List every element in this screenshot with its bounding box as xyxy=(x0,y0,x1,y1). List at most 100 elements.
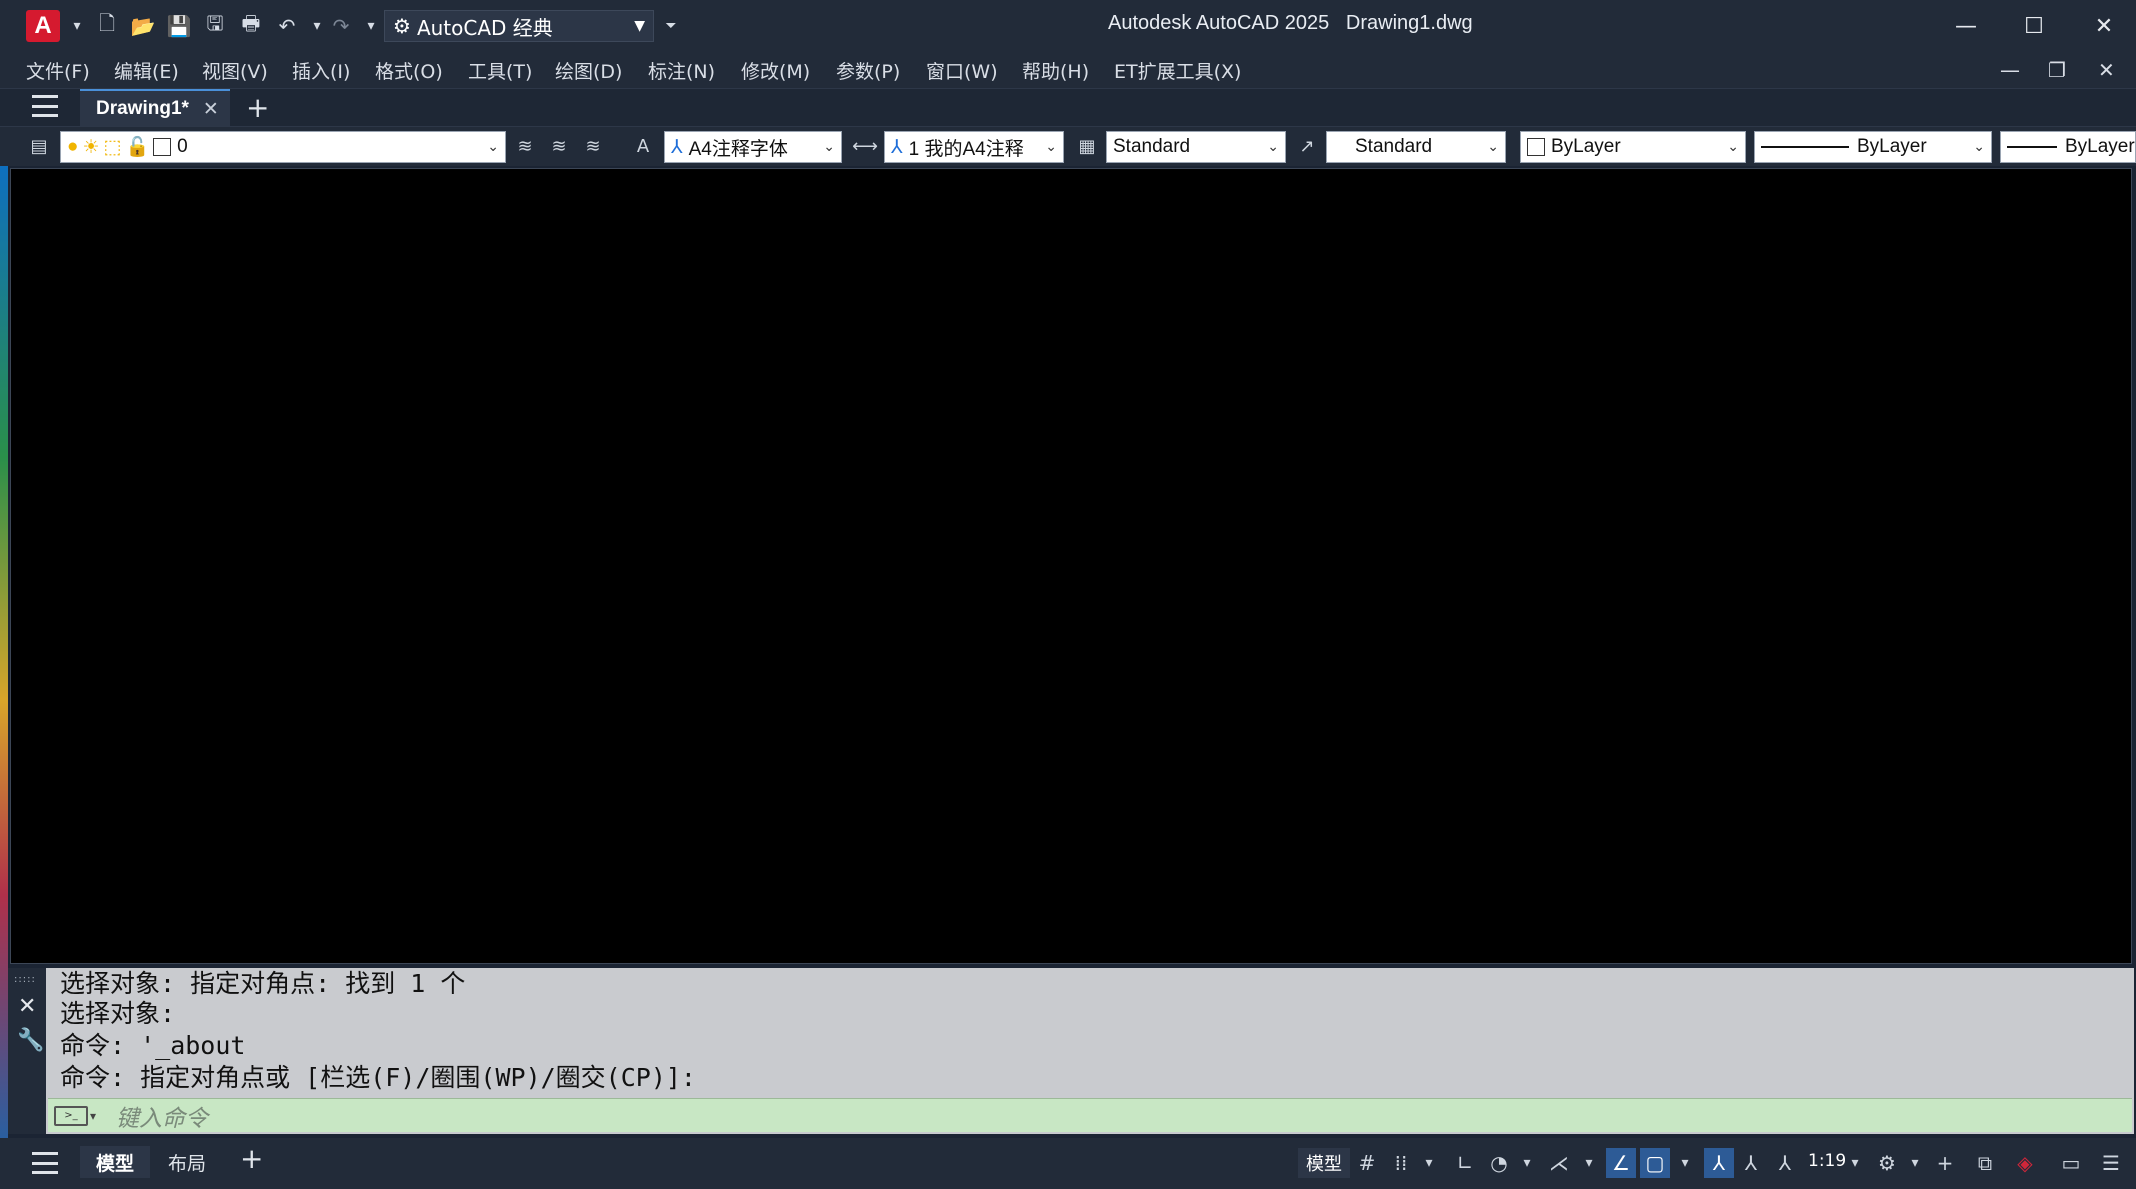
table-style-combo[interactable]: Standard ⌄ xyxy=(1106,131,1286,163)
close-icon[interactable]: ✕ xyxy=(18,994,36,1019)
application-menu-button[interactable]: A xyxy=(26,10,60,42)
command-history-line: 命令: 指定对角点或 [栏选(F)/圈围(WP)/圈交(CP)]: xyxy=(60,1063,696,1092)
annotative-icon: ⅄ xyxy=(671,136,683,158)
command-placeholder: 键入命令 xyxy=(116,1105,209,1132)
menu-edit[interactable]: 编辑(E) xyxy=(114,57,179,84)
save-as-icon[interactable]: 🖫 xyxy=(200,11,230,41)
annotation-monitor-plus-icon[interactable]: + xyxy=(1930,1148,1960,1178)
command-input[interactable]: >_ ▾ 键入命令 xyxy=(48,1098,2132,1132)
multileader-style-icon[interactable]: ↗ xyxy=(1294,133,1320,159)
isodraft-icon[interactable]: ⋌ xyxy=(1544,1148,1574,1178)
doc-close-icon[interactable]: ✕ xyxy=(2098,58,2115,82)
menu-format[interactable]: 格式(O) xyxy=(375,57,443,84)
menu-file[interactable]: 文件(F) xyxy=(26,57,90,84)
drawing-canvas[interactable] xyxy=(10,168,2132,964)
text-style-icon[interactable]: A xyxy=(630,133,656,159)
layer-thaw-sun-icon[interactable]: ☀ xyxy=(82,136,99,159)
new-file-icon[interactable]: 🗋 xyxy=(92,11,122,41)
layer-combo[interactable]: ● ☀ ⬚ 🔓 0 ⌄ xyxy=(60,131,506,163)
new-tab-plus-icon[interactable]: + xyxy=(246,91,269,124)
desktop-edge xyxy=(0,166,8,1138)
layout-menu-icon[interactable] xyxy=(32,1152,58,1174)
app-menu-chevron-down-icon[interactable]: ▾ xyxy=(62,11,92,41)
chevron-down-icon[interactable]: ▾ xyxy=(1670,1148,1700,1178)
text-style-value: A4注释字体 xyxy=(688,138,788,160)
chevron-down-icon[interactable]: ▾ xyxy=(1900,1148,1930,1178)
tab-model[interactable]: 模型 xyxy=(80,1146,151,1178)
command-line-handle: ::::: ✕ 🔧 xyxy=(8,968,46,1134)
color-value: ByLayer xyxy=(1551,136,1621,157)
text-style-combo[interactable]: ⅄ A4注释字体 ⌄ xyxy=(664,131,842,163)
wrench-icon[interactable]: 🔧 xyxy=(17,1028,44,1053)
tab-layout[interactable]: 布局 xyxy=(152,1146,222,1178)
chevron-down-icon[interactable]: ▾ xyxy=(1414,1148,1444,1178)
menu-parameter[interactable]: 参数(P) xyxy=(836,57,900,84)
close-icon[interactable]: ✕ xyxy=(2084,10,2124,42)
menu-help[interactable]: 帮助(H) xyxy=(1022,57,1089,84)
isolate-objects-icon[interactable]: ⧉ xyxy=(1970,1148,2000,1178)
grip-icon[interactable]: ::::: xyxy=(14,974,36,985)
make-current-layer-icon[interactable]: ≋ xyxy=(512,133,538,159)
menu-insert[interactable]: 插入(I) xyxy=(292,57,350,84)
dim-style-icon[interactable]: ⟷ xyxy=(852,133,878,159)
workspace-gear-icon[interactable]: ⚙ xyxy=(1872,1148,1902,1178)
customize-toolbar-icon[interactable]: ⏷ xyxy=(656,11,686,41)
tab-close-icon[interactable]: ✕ xyxy=(203,98,219,121)
chevron-down-icon[interactable]: ▾ xyxy=(1512,1148,1542,1178)
snap-icon[interactable]: ⁞⁞ xyxy=(1386,1148,1416,1178)
layer-unlock-icon[interactable]: 🔓 xyxy=(125,135,149,159)
multileader-style-combo[interactable]: Standard ⌄ xyxy=(1326,131,1506,163)
menu-tools[interactable]: 工具(T) xyxy=(468,57,532,84)
start-menu-icon[interactable] xyxy=(32,95,58,117)
annotation-visibility-icon[interactable]: ⅄ xyxy=(1704,1148,1734,1178)
chevron-down-icon: ⌄ xyxy=(1973,138,1985,154)
maximize-icon[interactable]: ☐ xyxy=(2014,10,2054,42)
undo-icon[interactable]: ↶ xyxy=(272,11,302,41)
auto-scale-icon[interactable]: ⅄ xyxy=(1736,1148,1766,1178)
save-icon[interactable]: 💾 xyxy=(164,11,194,41)
layer-properties-icon[interactable]: ▤ xyxy=(26,133,52,159)
hardware-acceleration-icon[interactable]: ◈ xyxy=(2010,1148,2040,1178)
object-snap-icon[interactable]: ▢ xyxy=(1640,1148,1670,1178)
multileader-style-value: Standard xyxy=(1355,136,1433,157)
menu-express-tools[interactable]: ET扩展工具(X) xyxy=(1114,57,1241,84)
polar-icon[interactable]: ◔ xyxy=(1484,1148,1514,1178)
layer-vp-freeze-icon[interactable]: ⬚ xyxy=(104,136,122,159)
doc-minimize-icon[interactable]: — xyxy=(2000,58,2020,82)
command-prompt-icon[interactable]: >_ xyxy=(54,1105,88,1126)
table-style-icon[interactable]: ▦ xyxy=(1074,133,1100,159)
menu-dimension[interactable]: 标注(N) xyxy=(648,57,715,84)
redo-chevron-down-icon[interactable]: ▾ xyxy=(356,11,386,41)
chevron-down-icon[interactable]: ▾ xyxy=(1840,1148,1870,1178)
object-snap-tracking-icon[interactable]: ∠ xyxy=(1606,1148,1636,1178)
lineweight-combo[interactable]: ByLayer xyxy=(2000,131,2136,163)
customization-icon[interactable]: ☰ xyxy=(2096,1148,2126,1178)
menu-draw[interactable]: 绘图(D) xyxy=(555,57,622,84)
workspace-select[interactable]: ⚙ AutoCAD 经典 ▼ xyxy=(384,10,654,42)
chevron-down-icon[interactable]: ▾ xyxy=(1574,1148,1604,1178)
ortho-icon[interactable]: ∟ xyxy=(1450,1148,1480,1178)
redo-icon[interactable]: ↷ xyxy=(326,11,356,41)
color-combo[interactable]: ByLayer ⌄ xyxy=(1520,131,1746,163)
layer-state-icon[interactable]: ≋ xyxy=(580,133,606,159)
grid-icon[interactable]: # xyxy=(1352,1148,1382,1178)
add-layout-plus-icon[interactable]: + xyxy=(240,1142,263,1175)
linetype-combo[interactable]: ByLayer ⌄ xyxy=(1754,131,1992,163)
dim-style-combo[interactable]: ⅄ 1 我的A4注释 ⌄ xyxy=(884,131,1064,163)
print-icon[interactable]: 🖶 xyxy=(236,11,266,41)
model-space-button[interactable]: 模型 xyxy=(1298,1148,1350,1178)
color-swatch xyxy=(1527,138,1545,156)
chevron-down-icon: ⌄ xyxy=(1267,138,1279,154)
menu-modify[interactable]: 修改(M) xyxy=(741,57,810,84)
menu-view[interactable]: 视图(V) xyxy=(202,57,268,84)
clean-screen-icon[interactable]: ▭ xyxy=(2056,1148,2086,1178)
minimize-icon[interactable]: — xyxy=(1946,10,1986,42)
chevron-down-icon[interactable]: ▾ xyxy=(90,1109,96,1123)
layer-on-icon[interactable]: ● xyxy=(67,136,78,158)
tab-drawing1[interactable]: Drawing1* ✕ xyxy=(80,89,230,127)
doc-restore-icon[interactable]: ❐ xyxy=(2048,58,2066,82)
open-folder-icon[interactable]: 📂 xyxy=(128,11,158,41)
menu-window[interactable]: 窗口(W) xyxy=(926,57,998,84)
layer-previous-icon[interactable]: ≋ xyxy=(546,133,572,159)
annotation-scale-icon[interactable]: ⅄ xyxy=(1770,1148,1800,1178)
